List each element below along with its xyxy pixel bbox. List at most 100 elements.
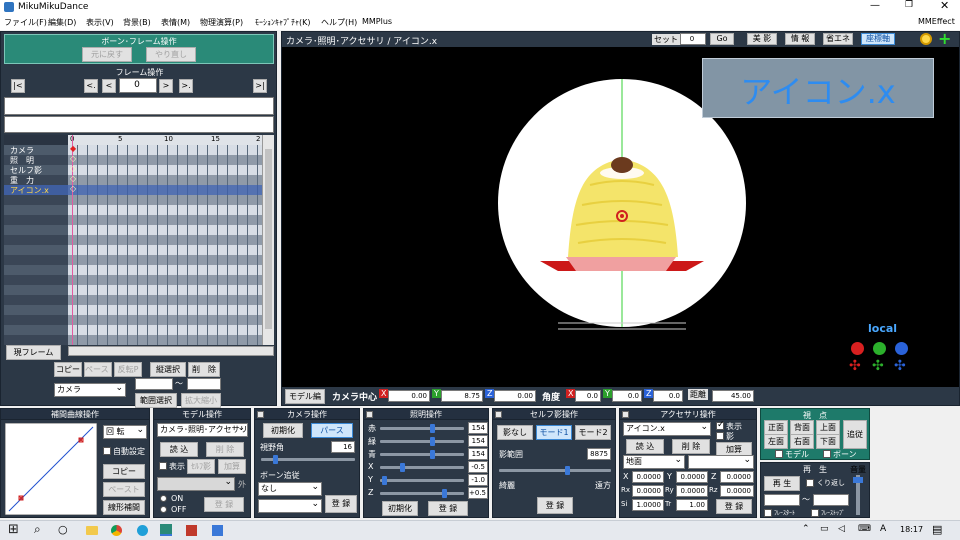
view-follow-button[interactable]: 追従 — [843, 420, 867, 449]
light-g-knob[interactable] — [430, 437, 435, 446]
light-x-input[interactable]: -0.5 — [468, 461, 488, 473]
undo-button[interactable]: 元に戻す — [82, 47, 132, 62]
app-icon-5[interactable] — [186, 525, 197, 536]
timeline-hscroll[interactable] — [68, 346, 274, 356]
prev-frame-button[interactable]: < — [102, 79, 116, 93]
light-g-slider[interactable] — [380, 437, 464, 446]
move-x-icon[interactable]: ✣ — [849, 358, 861, 374]
camera-collapse-icon[interactable] — [257, 411, 264, 418]
model-off-radio[interactable] — [160, 506, 167, 513]
network-icon[interactable]: ▭ — [820, 524, 829, 534]
shadow-toggle-button[interactable]: 美 影 — [747, 33, 777, 45]
angle-z-input[interactable]: 0.0 — [653, 390, 683, 402]
bone-follow-bone-dropdown[interactable] — [258, 499, 322, 513]
frame-stop-checkbox[interactable] — [811, 509, 819, 517]
shadow-range-knob[interactable] — [565, 466, 570, 475]
view-right-button[interactable]: 右面 — [790, 434, 814, 449]
light-r-input[interactable]: 154 — [468, 422, 488, 434]
go-button[interactable]: Go — [710, 33, 734, 45]
light-x-knob[interactable] — [400, 463, 405, 472]
shadow-mode1-button[interactable]: モード1 — [536, 425, 572, 440]
start-windows-icon[interactable]: ⊞ — [8, 522, 19, 537]
view-back-button[interactable]: 背面 — [790, 420, 814, 435]
model-select-dropdown[interactable]: カメラ･照明･アクセサリ — [157, 423, 248, 437]
menu-physics[interactable]: 物理演算(P) — [200, 17, 243, 28]
light-y-slider[interactable] — [380, 476, 464, 485]
edge-icon[interactable] — [137, 525, 148, 536]
view-top-button[interactable]: 上面 — [816, 420, 840, 435]
range-select-button[interactable]: 範囲選択 — [135, 393, 177, 408]
task-view-icon[interactable]: ○ — [58, 523, 68, 536]
close-icon[interactable]: ✕ — [940, 0, 949, 12]
eco-toggle-button[interactable]: 省エネ — [823, 33, 853, 45]
light-x-slider[interactable] — [380, 463, 464, 472]
accessory-delete-button[interactable]: 削 除 — [672, 439, 710, 454]
acc-x-input[interactable]: 0.0000 — [632, 471, 664, 483]
model-add-button[interactable]: 加算 — [218, 459, 246, 474]
interpolation-curve-editor[interactable] — [5, 423, 97, 515]
notification-icon[interactable]: ▤ — [932, 523, 942, 536]
delete-frame-button[interactable]: 削 除 — [188, 362, 220, 377]
move-y-icon[interactable]: ✣ — [872, 358, 884, 374]
shadow-none-button[interactable]: 影なし — [497, 425, 533, 440]
copy-frame-button[interactable]: コピー — [54, 362, 82, 377]
camera-register-button[interactable]: 登 録 — [325, 495, 357, 513]
acc-z-input[interactable]: 0.0000 — [720, 471, 754, 483]
view-left-button[interactable]: 左面 — [764, 434, 788, 449]
angle-y-input[interactable]: 0.0 — [612, 390, 642, 402]
view-bottom-button[interactable]: 下面 — [816, 434, 840, 449]
curve-paste-button[interactable]: ペースト — [103, 482, 145, 497]
zoom-frame-button[interactable]: 拡大縮小 — [181, 393, 221, 408]
perspective-button[interactable]: パース — [311, 423, 353, 438]
light-register-button[interactable]: 登 録 — [428, 501, 468, 516]
chrome-icon[interactable] — [111, 525, 122, 536]
axis-toggle-button[interactable]: 座標軸 — [861, 33, 895, 45]
current-frame-button[interactable]: 現フレーム — [6, 345, 61, 360]
linear-interp-button[interactable]: 線形補間 — [103, 500, 145, 515]
play-end-input[interactable] — [813, 494, 849, 506]
redo-button[interactable]: やり直し — [146, 47, 196, 62]
file-explorer-icon[interactable] — [86, 526, 98, 535]
menu-view[interactable]: 表示(V) — [86, 17, 114, 28]
acc-y-input[interactable]: 0.0000 — [676, 471, 708, 483]
prev-key-button[interactable]: <. — [84, 79, 98, 93]
model-show-checkbox[interactable] — [159, 462, 167, 470]
ime-icon[interactable]: A — [880, 524, 886, 534]
zoom-glass-icon[interactable] — [920, 33, 932, 45]
view-model-checkbox[interactable] — [775, 450, 783, 458]
range-end-input[interactable] — [187, 378, 221, 390]
angle-x-input[interactable]: 0.0 — [575, 390, 601, 402]
vertical-select-button[interactable]: 縦選択 — [150, 362, 186, 377]
clock[interactable]: 18:17 — [900, 525, 923, 534]
light-z-input[interactable]: +0.5 — [468, 487, 488, 499]
shadow-mode2-button[interactable]: モード2 — [575, 425, 611, 440]
light-z-knob[interactable] — [442, 489, 447, 498]
app-icon-6[interactable] — [212, 525, 223, 536]
interpolation-type-dropdown[interactable]: 回 転 — [103, 425, 147, 439]
rotate-z-icon[interactable] — [895, 342, 908, 355]
accessory-register-button[interactable]: 登 録 — [716, 499, 752, 514]
center-y-input[interactable]: 8.75 — [441, 390, 483, 402]
menu-mmplus[interactable]: MMPlus — [362, 17, 392, 26]
acc-tr-input[interactable]: 1.00 — [676, 499, 708, 511]
auto-setting-checkbox[interactable] — [103, 447, 111, 455]
light-r-slider[interactable] — [380, 424, 464, 433]
minimize-icon[interactable]: — — [870, 0, 880, 11]
light-collapse-icon[interactable] — [366, 411, 373, 418]
accessory-attach-bone-dropdown[interactable] — [688, 455, 754, 469]
bone-follow-model-dropdown[interactable]: なし — [258, 482, 322, 496]
next-frame-button[interactable]: > — [159, 79, 173, 93]
camera-select-dropdown[interactable]: カメラ — [54, 383, 126, 397]
acc-rx-input[interactable]: 0.0000 — [632, 485, 664, 497]
model-outside-dropdown[interactable] — [157, 477, 235, 491]
light-b-knob[interactable] — [430, 450, 435, 459]
model-on-radio[interactable] — [160, 495, 167, 502]
acc-ry-input[interactable]: 0.0000 — [676, 485, 708, 497]
restore-icon[interactable]: ❐ — [905, 0, 913, 10]
center-z-input[interactable]: 0.00 — [494, 390, 536, 402]
menu-mmeffect[interactable]: MMEffect — [918, 17, 955, 26]
shadow-range-slider[interactable] — [499, 466, 611, 475]
menu-expression[interactable]: 表情(M) — [161, 17, 190, 28]
light-g-input[interactable]: 154 — [468, 435, 488, 447]
distance-input[interactable]: 45.00 — [712, 390, 754, 402]
